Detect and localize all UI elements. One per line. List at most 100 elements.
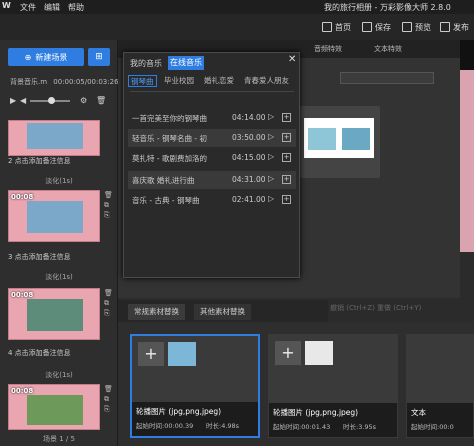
play-icon[interactable]: ▷ xyxy=(268,112,274,121)
publish-label: 发布 xyxy=(453,22,469,32)
new-scene-button[interactable]: ⊕ 新建场景 xyxy=(8,48,84,66)
city-image xyxy=(308,128,336,150)
tab-other-material[interactable]: 其他素材替换 xyxy=(194,304,251,320)
material-card[interactable]: + 轮播图片 (jpg,png,jpeg) 起始时间:00:01.43 时长:3… xyxy=(268,334,398,438)
folder-preview-image xyxy=(304,118,374,158)
publish-button[interactable]: 发布 xyxy=(440,20,469,34)
song-duration: 02:41.00 xyxy=(232,195,266,204)
scene-thumbnail[interactable]: 00:08 xyxy=(8,384,100,430)
scene-caption[interactable]: 2 点击添加备注信息 xyxy=(8,156,71,166)
scene-time: 00:08 xyxy=(11,387,34,395)
song-duration: 04:15.00 xyxy=(232,153,266,162)
add-image-button[interactable]: + xyxy=(138,342,164,366)
app-logo: W xyxy=(2,1,11,10)
song-row[interactable]: 喜庆歌 婚礼进行曲 04:31.00 ▷ + xyxy=(128,171,296,189)
tab-text-effect[interactable]: 文本特效 xyxy=(374,44,402,54)
music-time: 00:00:05/00:03:26 xyxy=(53,78,119,86)
song-row[interactable]: 莫扎特 - 歌剧费加洛的 04:15.00 ▷ + xyxy=(128,149,296,167)
settings-icon[interactable]: ⚙ xyxy=(80,96,87,105)
song-name: 音乐 - 古典 - 钢琴曲 xyxy=(132,196,200,205)
card-footer: 轮播图片 (jpg,png,jpeg) 起始时间:00:01.43 时长:3.9… xyxy=(269,403,397,437)
cart-button[interactable]: ⊞ xyxy=(88,48,110,66)
scene-photo xyxy=(27,299,83,331)
scene-side-tools[interactable]: 🗑 ⧉ ⎘ xyxy=(104,190,113,220)
scene-time: 00:08 xyxy=(11,193,34,201)
card-duration: 时长:4.98s xyxy=(206,422,240,430)
material-card[interactable]: + 轮播图片 (jpg,png,jpeg) 起始时间:00:00.39 时长:4… xyxy=(130,334,260,438)
music-controls: ▶ ◀ ⚙ 🗑 xyxy=(10,96,110,106)
tab-my-music[interactable]: 我的音乐 xyxy=(130,58,162,69)
close-icon[interactable]: ✕ xyxy=(288,54,296,65)
tab-regular-material[interactable]: 常规素材替换 xyxy=(128,304,185,320)
new-scene-label: 新建场景 xyxy=(35,52,68,62)
card-title: 轮播图片 (jpg,png,jpeg) xyxy=(136,407,222,416)
add-image-button[interactable]: + xyxy=(275,341,301,365)
volume-icon[interactable]: ◀ xyxy=(20,96,26,105)
scene-thumbnail[interactable] xyxy=(8,120,100,156)
scene-photo xyxy=(27,201,83,233)
add-icon[interactable]: + xyxy=(282,175,291,184)
card-start-time: 起始时间:00:0 xyxy=(411,423,454,431)
scene-photo xyxy=(27,395,83,425)
preview-button[interactable]: 预览 xyxy=(402,20,431,34)
save-label: 保存 xyxy=(375,22,391,32)
play-icon[interactable]: ▶ xyxy=(10,96,16,105)
save-button[interactable]: 保存 xyxy=(362,20,391,34)
card-thumbnail xyxy=(305,341,333,365)
material-tabs: 常规素材替换 其他素材替换 xyxy=(118,300,328,322)
home-label: 首页 xyxy=(335,22,351,32)
volume-knob[interactable] xyxy=(48,97,55,104)
card-title: 轮播图片 (jpg,png,jpeg) xyxy=(273,408,359,417)
song-row[interactable]: 一首完美至你的钢琴曲 04:14.00 ▷ + xyxy=(128,109,296,127)
scene-thumbnail[interactable]: 00:08 xyxy=(8,288,100,340)
scene-transition[interactable]: 淡化(1s) xyxy=(0,272,118,282)
scene-side-tools[interactable]: 🗑 ⧉ ⎘ xyxy=(104,288,113,318)
save-icon xyxy=(362,22,372,32)
card-start-time: 起始时间:00:00.39 xyxy=(136,422,194,430)
city-image xyxy=(342,128,370,150)
tab-online-music[interactable]: 在线音乐 xyxy=(168,56,204,70)
category-youth[interactable]: 青春爱人朋友 xyxy=(244,75,289,87)
add-icon[interactable]: + xyxy=(282,153,291,162)
menu-file[interactable]: 文件 xyxy=(20,2,36,13)
scene-transition[interactable]: 淡化(1s) xyxy=(0,176,118,186)
song-duration: 04:14.00 xyxy=(232,113,266,122)
play-icon[interactable]: ▷ xyxy=(268,132,274,141)
tab-audio-effect[interactable]: 音频特效 xyxy=(314,44,342,54)
home-button[interactable]: 首页 xyxy=(322,20,351,34)
song-name: 轻音乐 - 钢琴名曲 - 初 xyxy=(132,134,207,143)
scene-transition[interactable]: 淡化(1s) xyxy=(0,370,118,380)
preview-icon xyxy=(402,22,412,32)
menu-edit[interactable]: 编辑 xyxy=(44,2,60,13)
delete-icon[interactable]: 🗑 xyxy=(96,96,106,105)
material-card[interactable]: 文本 起始时间:00:0 xyxy=(406,334,474,438)
undo-redo-row[interactable]: 撤销 (Ctrl+Z) 重做 (Ctrl+Y) xyxy=(330,303,421,313)
scene-thumbnail[interactable]: 00:08 xyxy=(8,190,100,242)
canvas-edge xyxy=(460,40,474,70)
add-icon[interactable]: + xyxy=(282,113,291,122)
canvas-preview xyxy=(460,70,474,252)
category-piano[interactable]: 钢琴曲 xyxy=(128,75,157,87)
song-row[interactable]: 轻音乐 - 钢琴名曲 - 初 03:50.00 ▷ + xyxy=(128,129,296,147)
add-icon[interactable]: + xyxy=(282,195,291,204)
category-graduation[interactable]: 毕业校园 xyxy=(164,75,194,87)
play-icon[interactable]: ▷ xyxy=(268,174,274,183)
menu-help[interactable]: 帮助 xyxy=(68,2,84,13)
preview-label: 预览 xyxy=(415,22,431,32)
music-row: 背景音乐.m 00:00:05/00:03:26 xyxy=(10,77,119,87)
scene-caption[interactable]: 3 点击添加备注信息 xyxy=(8,252,71,262)
add-icon[interactable]: + xyxy=(282,133,291,142)
search-input[interactable] xyxy=(340,72,434,84)
song-name: 喜庆歌 婚礼进行曲 xyxy=(132,176,195,185)
scene-side-tools[interactable]: 🗑 ⧉ ⎘ xyxy=(104,384,113,414)
music-label: 背景音乐.m xyxy=(10,78,48,86)
scene-caption[interactable]: 4 点击添加备注信息 xyxy=(8,348,71,358)
play-icon[interactable]: ▷ xyxy=(268,194,274,203)
category-wedding[interactable]: 婚礼恋爱 xyxy=(204,75,234,87)
song-row[interactable]: 音乐 - 古典 - 钢琴曲 02:41.00 ▷ + xyxy=(128,191,296,209)
play-icon[interactable]: ▷ xyxy=(268,152,274,161)
song-duration: 04:31.00 xyxy=(232,175,266,184)
song-name: 一首完美至你的钢琴曲 xyxy=(132,114,207,123)
music-dialog: 我的音乐 在线音乐 ✕ 钢琴曲 毕业校园 婚礼恋爱 青春爱人朋友 一首完美至你的… xyxy=(123,52,300,278)
publish-icon xyxy=(440,22,450,32)
